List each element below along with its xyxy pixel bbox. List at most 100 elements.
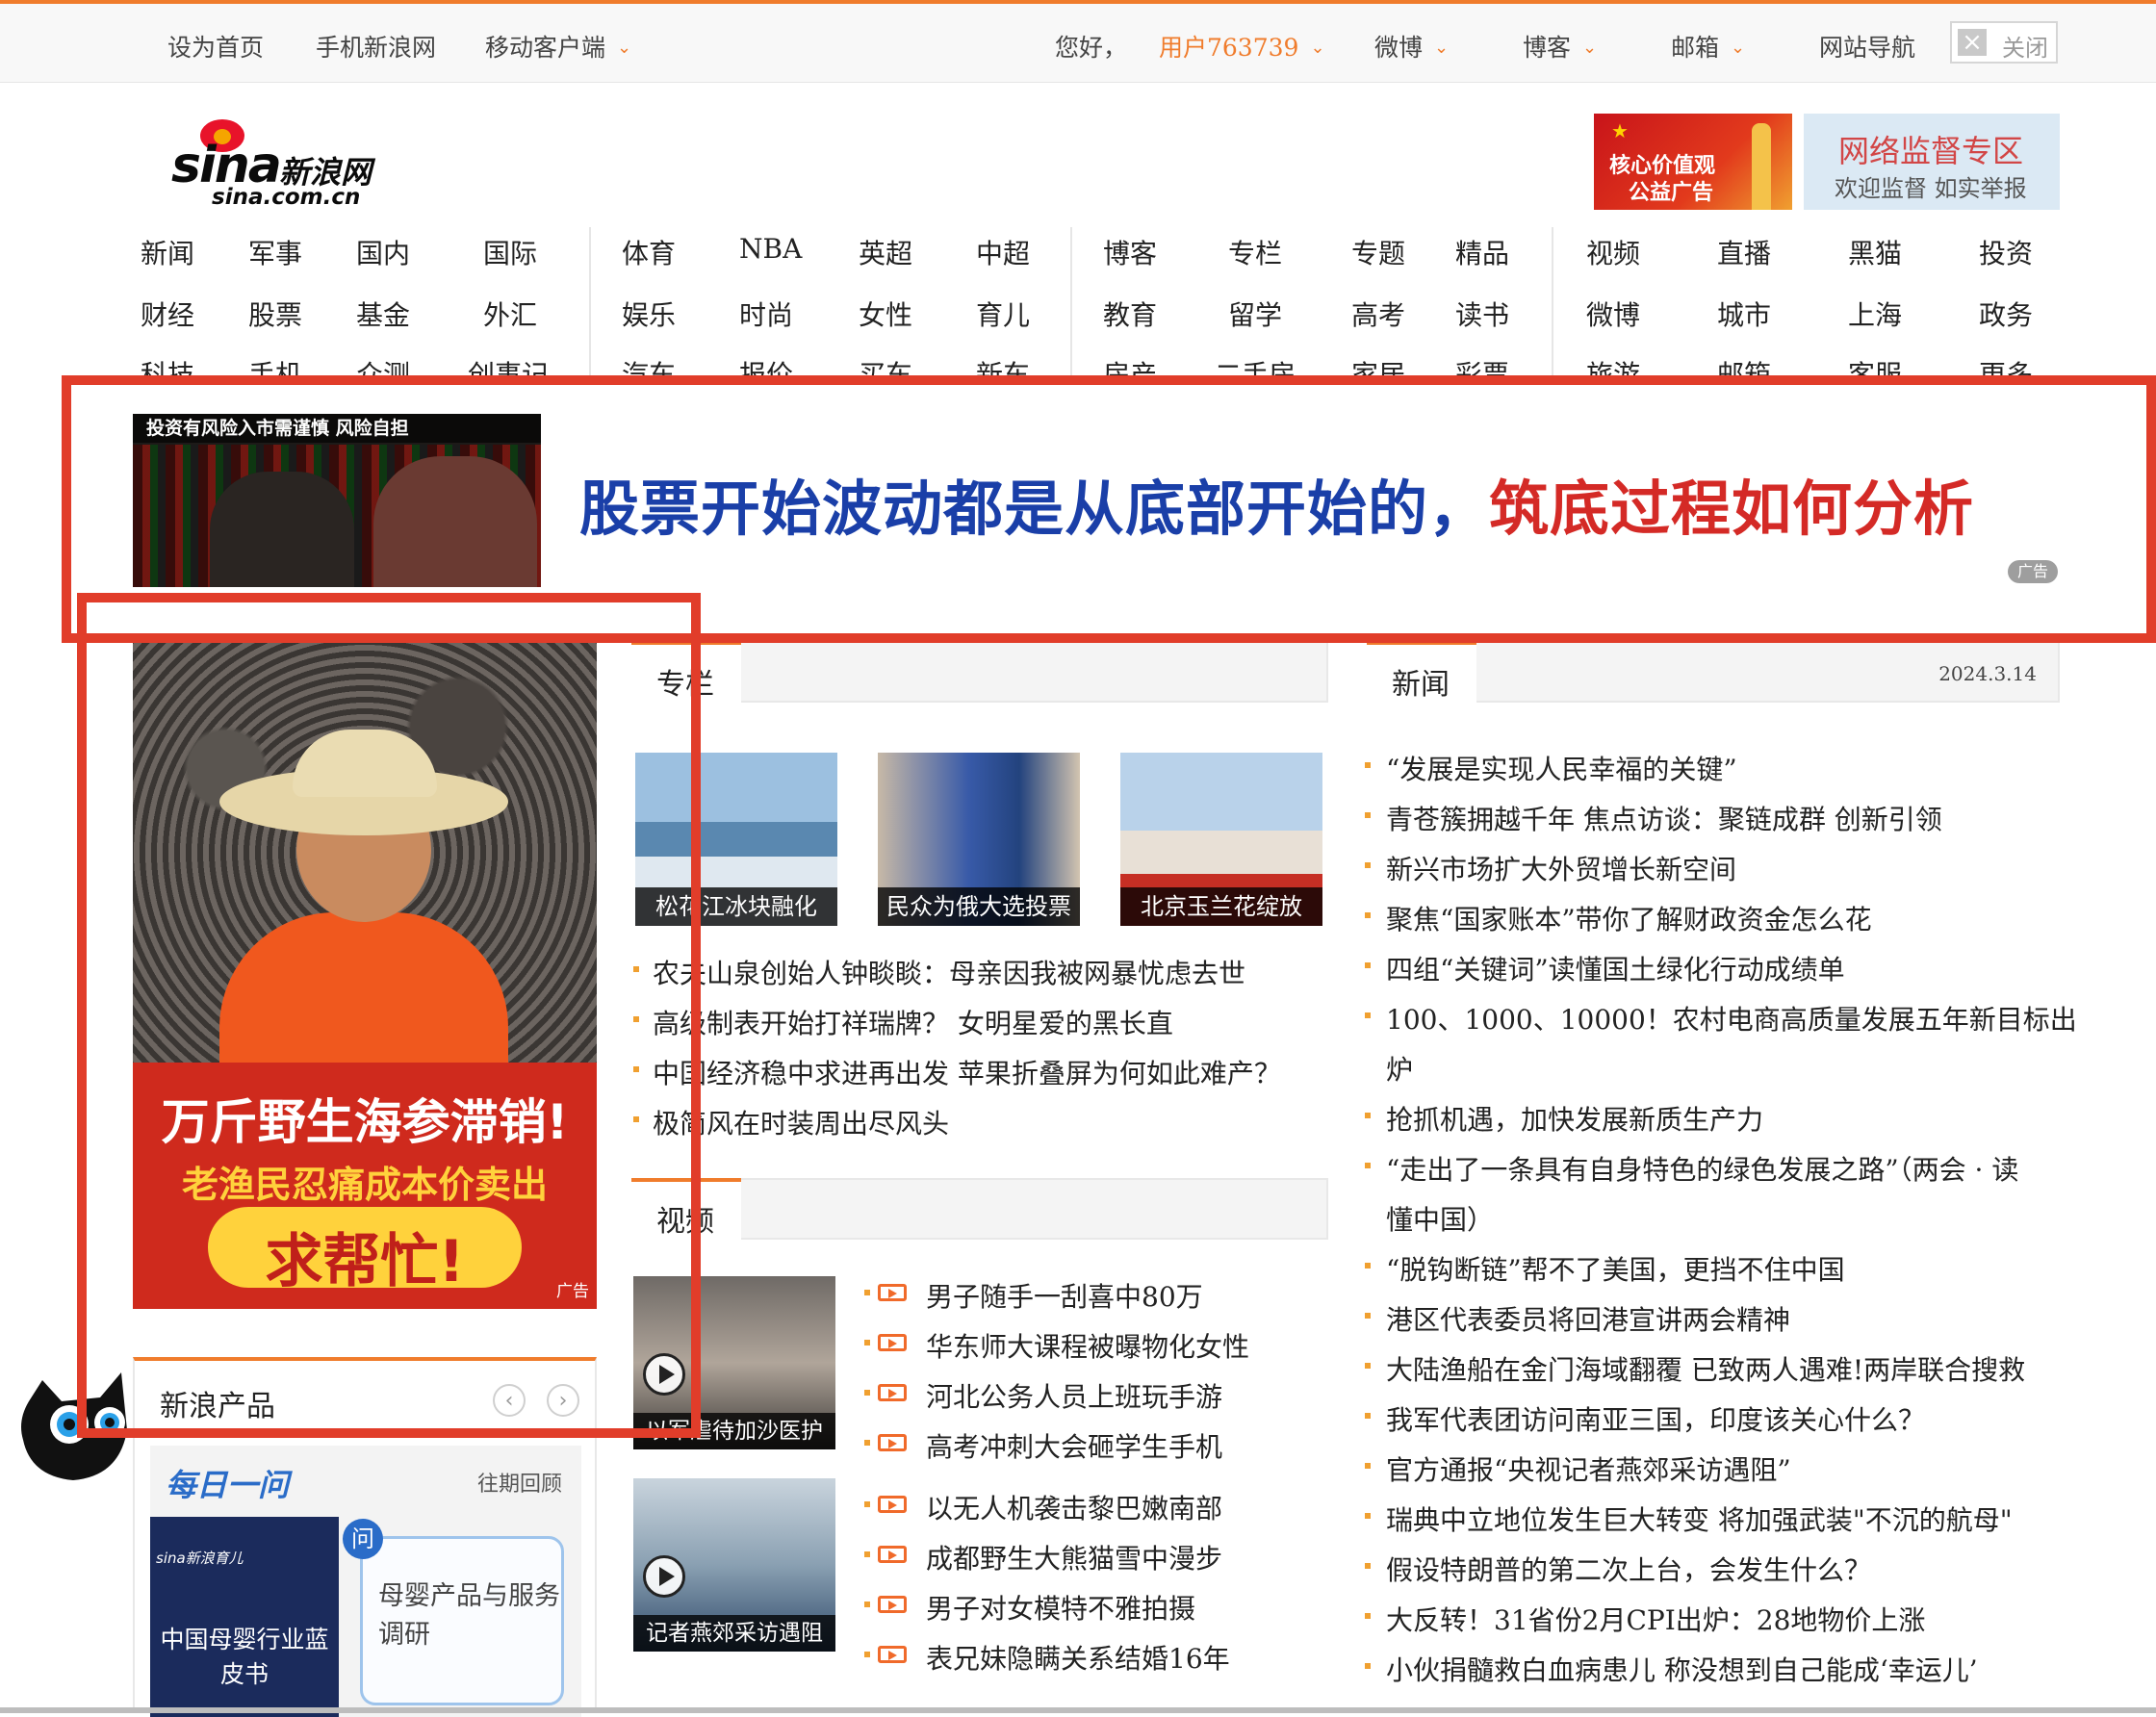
nav-study-abroad[interactable]: 留学 (1228, 295, 1282, 333)
nav-stocks[interactable]: 股票 (248, 295, 302, 333)
past-review-link[interactable]: 往期回顾 (477, 1467, 562, 1498)
column-section-header: 专栏 (631, 641, 1328, 708)
nav-finance[interactable]: 财经 (141, 295, 194, 333)
news-item-continued[interactable]: 懂中国） (1386, 1199, 1494, 1238)
close-label: 关闭 (2002, 35, 2048, 62)
nav-topics[interactable]: 专题 (1351, 233, 1405, 271)
news-item[interactable]: 官方通报“央视记者燕郊采访遇阻” (1386, 1449, 1791, 1488)
nav-military[interactable]: 军事 (248, 233, 302, 271)
news-item[interactable]: 聚焦“国家账本”带你了解财政资金怎么花 (1386, 899, 1872, 937)
nav-sports[interactable]: 体育 (622, 233, 676, 271)
list-item[interactable]: 华东师大课程被曝物化女性 (926, 1326, 1249, 1365)
nav-weibo[interactable]: 微博 (1586, 295, 1640, 333)
nav-books[interactable]: 读书 (1455, 295, 1509, 333)
mobile-client-menu[interactable]: 移动客户端 ⌄ (485, 29, 631, 64)
nav-premier-league[interactable]: 英超 (859, 233, 912, 271)
video-thumbnail[interactable]: 以军虐待加沙医护 (633, 1276, 835, 1449)
photo-card[interactable]: 北京玉兰花绽放 (1120, 753, 1322, 926)
mail-menu[interactable]: 邮箱 ⌄ (1671, 29, 1745, 64)
news-title[interactable]: 新闻 (1392, 660, 1450, 703)
nav-forex[interactable]: 外汇 (483, 295, 537, 333)
list-item[interactable]: 男子对女模特不雅拍摄 (926, 1588, 1195, 1627)
nav-black-cat[interactable]: 黑猫 (1848, 233, 1902, 271)
person-silhouette (373, 456, 537, 587)
list-item[interactable]: 高级制表开始打祥瑞牌？ 女明星爱的黑长直 (653, 1003, 1173, 1041)
nav-column[interactable]: 专栏 (1228, 233, 1282, 271)
list-item[interactable]: 男子随手一刮喜中80万 (926, 1276, 1203, 1315)
news-item-continued[interactable]: 炉 (1386, 1049, 1413, 1088)
news-item[interactable]: “发展是实现人民幸福的关键” (1386, 749, 1737, 787)
list-item[interactable]: 农夫山泉创始人钟睒睒：母亲因我被网暴忧虑去世 (653, 953, 1245, 991)
nav-csl[interactable]: 中超 (976, 233, 1030, 271)
next-arrow-button[interactable]: › (547, 1384, 579, 1417)
weibo-menu[interactable]: 微博 ⌄ (1374, 29, 1449, 64)
close-button[interactable]: × 关闭 (1950, 21, 2058, 64)
core-values-banner[interactable]: ★ 核心价值观 公益广告 (1594, 114, 1792, 210)
nav-shanghai[interactable]: 上海 (1848, 295, 1902, 333)
survey-bubble[interactable]: 母婴产品与服务调研 (360, 1536, 564, 1705)
list-item[interactable]: 以无人机袭击黎巴嫩南部 (926, 1488, 1222, 1526)
nav-video[interactable]: 视频 (1586, 233, 1640, 271)
news-item[interactable]: 我军代表团访问南亚三国，印度该关心什么？ (1386, 1399, 1925, 1438)
news-item[interactable]: 大反转！31省份2月CPI出炉：28地物价上涨 (1386, 1600, 1925, 1638)
daily-question-card[interactable]: 每日一问 往期回顾 sina新浪育儿 中国母婴行业蓝皮书 母婴产品与服务调研 问 (150, 1446, 581, 1717)
video-title[interactable]: 视频 (656, 1197, 714, 1240)
nav-live[interactable]: 直播 (1717, 233, 1771, 271)
sina-logo[interactable]: sina 新浪网 sina.com.cn (171, 114, 393, 210)
nav-education[interactable]: 教育 (1103, 295, 1157, 333)
video-icon (878, 1596, 907, 1613)
list-item[interactable]: 高考冲刺大会砸学生手机 (926, 1426, 1222, 1465)
nav-funds[interactable]: 基金 (356, 295, 410, 333)
list-item[interactable]: 极简风在时装周出尽风头 (653, 1103, 949, 1141)
supervision-banner[interactable]: 网络监督专区 欢迎监督 如实举报 (1804, 114, 2060, 210)
user-menu[interactable]: 用户763739 ⌄ (1159, 29, 1325, 64)
mobile-sina-link[interactable]: 手机新浪网 (316, 29, 436, 64)
nav-invest[interactable]: 投资 (1979, 233, 2033, 271)
news-item[interactable]: 小伙捐髓救白血病患儿 称没想到自己能成‘幸运儿’ (1386, 1650, 1978, 1688)
news-item[interactable]: 瑞典中立地位发生巨大转变 将加强武装"不沉的航母" (1386, 1499, 2013, 1538)
news-item[interactable]: 抢抓机遇，加快发展新质生产力 (1386, 1099, 1763, 1138)
nav-nba[interactable]: NBA (739, 233, 802, 265)
nav-entertainment[interactable]: 娱乐 (622, 295, 676, 333)
news-item[interactable]: 青苍簇拥越千年 焦点访谈：聚链成群 创新引领 (1386, 799, 1942, 837)
nav-featured[interactable]: 精品 (1455, 233, 1509, 271)
news-item[interactable]: “走出了一条具有自身特色的绿色发展之路”（两会 · 读 (1386, 1149, 2018, 1188)
set-homepage-link[interactable]: 设为首页 (167, 29, 264, 64)
chevron-down-icon: ⌄ (617, 38, 632, 58)
nav-government[interactable]: 政务 (1979, 295, 2033, 333)
news-item[interactable]: 假设特朗普的第二次上台，会发生什么？ (1386, 1550, 1871, 1588)
nav-blog[interactable]: 博客 (1103, 233, 1157, 271)
nav-parenting[interactable]: 育儿 (976, 295, 1030, 333)
ad-banner-headline[interactable]: 股票开始波动都是从底部开始的，筑底过程如何分析 (579, 460, 1974, 547)
news-item[interactable]: 大陆渔船在金门海域翻覆 已致两人遇难!两岸联合搜救 (1386, 1349, 2025, 1388)
black-cat-mascot-icon[interactable] (13, 1363, 135, 1488)
list-item[interactable]: 表兄妹隐瞒关系结婚16年 (926, 1638, 1230, 1677)
news-item[interactable]: 新兴市场扩大外贸增长新空间 (1386, 849, 1736, 887)
news-item[interactable]: “脱钩断链”帮不了美国，更挡不住中国 (1386, 1249, 1845, 1288)
list-item[interactable]: 河北公务人员上班玩手游 (926, 1376, 1222, 1415)
nav-news[interactable]: 新闻 (141, 233, 194, 271)
greeting-text: 您好， (1055, 34, 1128, 62)
left-column-ad[interactable]: 万斤野生海参滞销! 老渔民忍痛成本价卖出 求帮忙! 广告 (133, 643, 597, 1309)
video-thumbnail[interactable]: 记者燕郊采访遇阻 (633, 1478, 835, 1652)
news-item[interactable]: 100、1000、10000！农村电商高质量发展五年新目标出 (1386, 999, 2077, 1038)
prev-arrow-button[interactable]: ‹ (493, 1384, 526, 1417)
news-item[interactable]: 港区代表委员将回港宣讲两会精神 (1386, 1299, 1790, 1338)
news-item[interactable]: 四组“关键词”读懂国土绿化行动成绩单 (1386, 949, 1845, 987)
column-title[interactable]: 专栏 (656, 660, 714, 703)
blog-menu[interactable]: 博客 ⌄ (1523, 29, 1597, 64)
nav-domestic[interactable]: 国内 (356, 233, 410, 271)
nav-international[interactable]: 国际 (483, 233, 537, 271)
photo-card[interactable]: 松花江冰块融化 (635, 753, 837, 926)
nav-fashion[interactable]: 时尚 (739, 295, 793, 333)
nav-women[interactable]: 女性 (859, 295, 912, 333)
blue-book-cover[interactable]: sina新浪育儿 中国母婴行业蓝皮书 (150, 1517, 339, 1717)
list-item[interactable]: 中国经济稳中求进再出发 苹果折叠屏为何如此难产？ (653, 1053, 1281, 1091)
photo-card[interactable]: 民众为俄大选投票 (878, 753, 1080, 926)
site-nav-link[interactable]: 网站导航 (1819, 29, 1915, 64)
list-item[interactable]: 成都野生大熊猫雪中漫步 (926, 1538, 1222, 1576)
nav-gaokao[interactable]: 高考 (1351, 295, 1405, 333)
ad-banner-image[interactable]: 投资有风险入市需谨慎 风险自担 (133, 414, 541, 587)
person-silhouette (210, 472, 354, 587)
nav-city[interactable]: 城市 (1717, 295, 1771, 333)
